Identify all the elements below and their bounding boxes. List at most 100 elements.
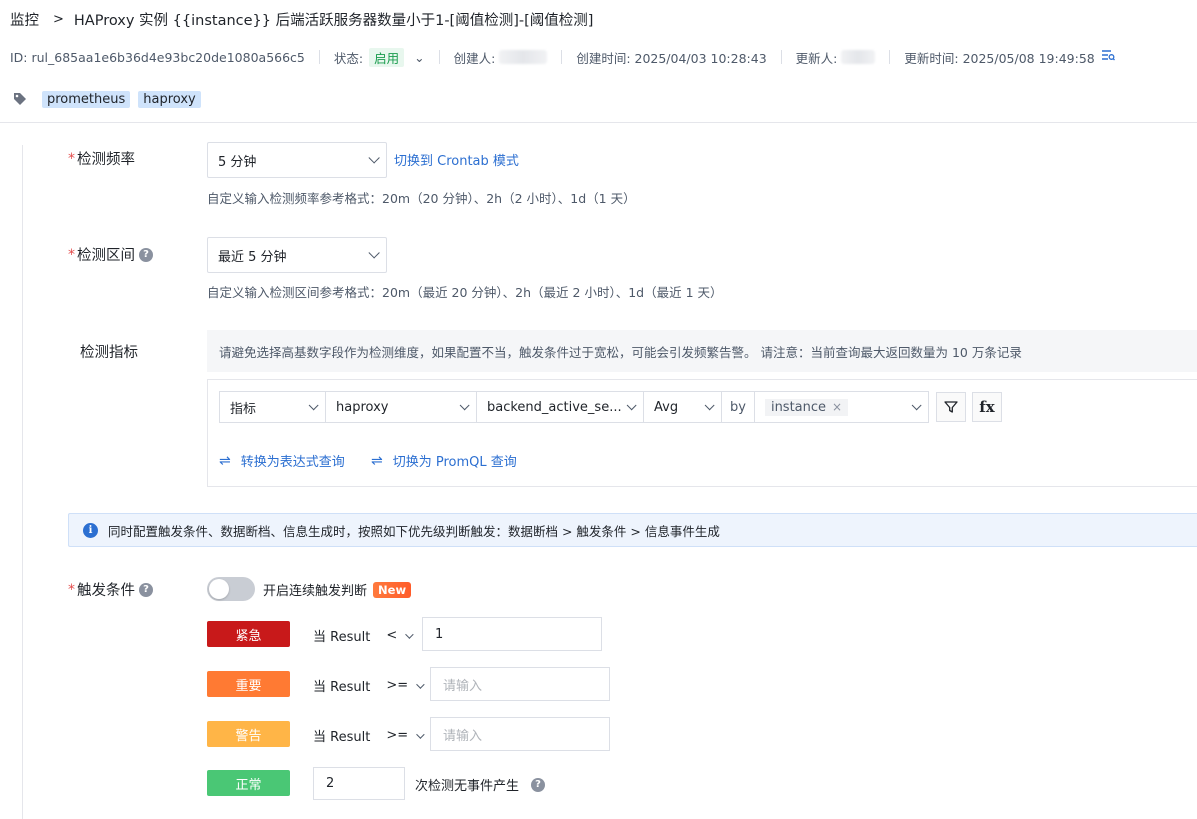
status-label: 状态:: [333, 50, 364, 66]
major-condition: 当 Result >=: [313, 676, 425, 695]
creator-label: 创建人:: [453, 50, 496, 66]
condition-label: 当 Result: [313, 630, 371, 645]
interval-label-text: 检测区间: [77, 248, 135, 264]
creator-name-redacted: [499, 50, 548, 64]
frequency-select[interactable]: 5 分钟: [207, 142, 387, 178]
interval-select[interactable]: 最近 5 分钟: [207, 237, 387, 273]
convert-expression-link[interactable]: ⇌ 转换为表达式查询: [219, 451, 345, 471]
tag-item: prometheus: [42, 90, 131, 108]
close-icon[interactable]: ×: [832, 400, 842, 414]
breadcrumb: 监控 > HAProxy 实例 {{instance}} 后端活跃服务器数量小于…: [10, 8, 593, 30]
trigger-label: * 触发条件 ?: [68, 579, 153, 600]
level-normal-badge: 正常: [207, 770, 290, 796]
header-divider: [0, 122, 1197, 123]
chevron-down-icon: [416, 729, 425, 739]
meta-row: ID: rul_685aa1e6b36d4e93bc20de1080a566c5…: [10, 47, 1115, 67]
required-mark: *: [68, 150, 75, 167]
filter-button[interactable]: [936, 392, 966, 422]
required-mark: *: [68, 246, 75, 263]
normal-suffix-text: 次检测无事件产生: [415, 779, 520, 794]
divider: [318, 50, 320, 64]
interval-label: * 检测区间 ?: [68, 244, 153, 265]
level-major-badge: 重要: [207, 671, 290, 697]
continuous-trigger-label: 开启连续触发判断: [263, 584, 368, 599]
operator-select[interactable]: >=: [386, 678, 425, 693]
switch-crontab-link[interactable]: 切换到 Crontab 模式: [394, 150, 519, 169]
group-by-chip-label: instance: [770, 399, 827, 415]
warning-condition: 当 Result >=: [313, 726, 425, 745]
normal-suffix-row: 次检测无事件产生 ?: [415, 775, 546, 794]
divider: [753, 391, 755, 423]
divider: [438, 50, 440, 64]
tag-item: haproxy: [138, 90, 201, 108]
switch-promql-label: 切换为 PromQL 查询: [392, 455, 517, 470]
status-badge: 启用: [369, 47, 405, 67]
continuous-trigger-row: 开启连续触发判断 New: [263, 580, 412, 599]
aggregation-value: Avg: [654, 399, 679, 415]
operator-select[interactable]: <: [386, 628, 414, 643]
major-threshold-input[interactable]: 请输入: [430, 667, 610, 701]
swap-icon: ⇌: [219, 452, 231, 469]
help-icon[interactable]: ?: [139, 247, 153, 262]
interval-value: 最近 5 分钟: [218, 249, 287, 265]
toggle-knob: [209, 579, 229, 599]
critical-condition: 当 Result <: [313, 626, 414, 645]
page-title: HAProxy 实例 {{instance}} 后端活跃服务器数量小于1-[阈值…: [73, 12, 594, 29]
history-list-icon[interactable]: [1101, 49, 1115, 65]
trigger-label-text: 触发条件: [77, 583, 135, 599]
metric-label: 检测指标: [80, 345, 138, 361]
required-mark: *: [68, 581, 75, 598]
metric-source-select[interactable]: haproxy: [325, 391, 477, 423]
condition-label: 当 Result: [313, 730, 371, 745]
rule-id: ID: rul_685aa1e6b36d4e93bc20de1080a566c5: [10, 49, 305, 65]
priority-info-text: 同时配置触发条件、数据断档、信息生成时，按照如下优先级判断触发：数据断档 > 触…: [108, 523, 720, 539]
chevron-down-icon: [459, 399, 470, 410]
aggregation-select[interactable]: Avg: [643, 391, 722, 423]
metric-notice: 请避免选择高基数字段作为检测维度，如果配置不当，触发条件过于宽松，可能会引发频繁…: [207, 330, 1197, 372]
group-by-select[interactable]: by instance ×: [721, 391, 929, 423]
info-icon: i: [83, 522, 98, 538]
metric-type-select[interactable]: 指标: [219, 391, 326, 423]
condition-label: 当 Result: [313, 680, 371, 695]
metric-type-value: 指标: [230, 401, 257, 417]
metric-field-select[interactable]: backend_active_se...: [476, 391, 644, 423]
creator-field: 创建人:: [454, 48, 548, 67]
help-icon[interactable]: ?: [531, 777, 546, 792]
divider: [561, 50, 563, 64]
divider: [889, 50, 891, 64]
tag-icon: [12, 91, 28, 107]
normal-count-input[interactable]: 2: [313, 767, 405, 800]
chevron-down-icon[interactable]: ⌄: [414, 50, 424, 65]
operator-select[interactable]: >=: [386, 728, 425, 743]
status-field[interactable]: 状态: 启用 ⌄: [333, 47, 425, 67]
interval-hint: 自定义输入检测区间参考格式：20m（最近 20 分钟）、2h（最近 2 小时）、…: [207, 285, 723, 300]
frequency-label: * 检测频率: [68, 148, 135, 169]
chevron-down-icon: [308, 399, 319, 410]
convert-expression-label: 转换为表达式查询: [240, 455, 345, 470]
operator-value: >=: [386, 728, 409, 743]
filter-icon: [944, 401, 958, 413]
chevron-down-icon: [368, 247, 380, 259]
critical-threshold-input[interactable]: 1: [422, 617, 602, 651]
breadcrumb-root[interactable]: 监控: [10, 9, 39, 30]
chevron-down-icon: [704, 399, 715, 410]
created-time: 创建时间: 2025/04/03 10:28:43: [576, 50, 767, 66]
function-button[interactable]: fx: [972, 392, 1002, 422]
group-by-chip: instance ×: [764, 398, 849, 416]
updater-name-redacted: [841, 50, 876, 64]
new-badge: New: [373, 581, 412, 598]
help-icon[interactable]: ?: [139, 582, 153, 597]
warning-threshold-input[interactable]: 请输入: [430, 717, 610, 751]
continuous-trigger-toggle[interactable]: [207, 577, 255, 601]
chevron-down-icon: [626, 399, 637, 410]
metric-notice-text: 请避免选择高基数字段作为检测维度，如果配置不当，触发条件过于宽松，可能会引发频繁…: [219, 344, 1022, 360]
metric-source-value: haproxy: [336, 399, 389, 415]
updater-field: 更新人:: [796, 48, 876, 67]
chevron-down-icon: [911, 399, 922, 410]
switch-promql-link[interactable]: ⇌ 切换为 PromQL 查询: [371, 451, 517, 471]
operator-value: >=: [386, 678, 409, 693]
operator-value: <: [386, 628, 398, 643]
frequency-hint: 自定义输入检测频率参考格式：20m（20 分钟）、2h（2 小时）、1d（1 天…: [207, 191, 636, 206]
metric-field-value: backend_active_se...: [487, 399, 622, 415]
frequency-value: 5 分钟: [218, 154, 257, 170]
